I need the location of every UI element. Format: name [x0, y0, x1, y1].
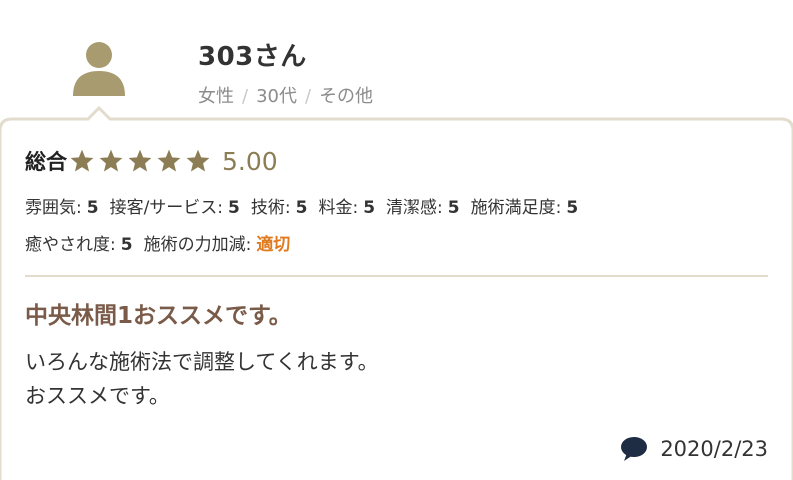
- rating-item-label: 技術:: [250, 198, 291, 218]
- review-body-line: おススメです。: [25, 384, 170, 408]
- review-date: 2020/2/23: [660, 437, 768, 461]
- rating-item-label: 清潔感:: [386, 198, 443, 218]
- star-icon: [157, 149, 181, 172]
- user-avatar-icon: [73, 42, 125, 96]
- star-icon: [128, 149, 152, 172]
- star-icon: [99, 149, 123, 172]
- rating-item-label: 施術の力加減:: [143, 235, 252, 255]
- rating-item-value: 5: [228, 198, 240, 218]
- overall-label: 総合: [25, 150, 67, 174]
- rating-item-value: 5: [295, 198, 308, 218]
- rating-item: 癒やされ度: 5: [25, 235, 133, 255]
- rating-details-line2: 癒やされ度: 5 施術の力加減: 適切: [25, 230, 301, 255]
- rating-item-value: 適切: [256, 235, 291, 255]
- reviewer-gender: 女性: [198, 86, 234, 107]
- rating-item-value: 5: [447, 198, 460, 218]
- rating-item-value: 5: [363, 198, 376, 218]
- rating-item: 施術の力加減: 適切: [144, 235, 291, 255]
- divider: [25, 275, 768, 277]
- review-title: 中央林間1おススメです。: [25, 303, 292, 329]
- review-body-line: いろんな施術法で調整してくれます。: [25, 350, 379, 374]
- reviewer-meta: 女性 / 30代 / その他: [198, 82, 373, 108]
- rating-item-label: 癒やされ度:: [25, 235, 116, 255]
- rating-item-value: 5: [86, 198, 99, 218]
- review-date-row: 2020/2/23: [620, 436, 768, 462]
- reviewer-occupation: その他: [319, 86, 374, 107]
- reviewer-age: 30代: [256, 86, 297, 107]
- reviewer-name: 303さん: [198, 42, 307, 72]
- rating-item-label: 雰囲気:: [25, 198, 82, 218]
- review-body: いろんな施術法で調整してくれます。 おススメです。: [25, 345, 379, 413]
- rating-item-label: 接客/サービス:: [109, 198, 224, 218]
- star-icon: [186, 149, 210, 172]
- star-rating: [69, 148, 214, 174]
- rating-item: 接客/サービス: 5: [110, 198, 240, 218]
- star-icon: [70, 149, 94, 172]
- rating-item: 料金: 5: [318, 198, 375, 218]
- meta-separator: /: [242, 86, 249, 107]
- overall-score: 5.00: [222, 146, 278, 176]
- rating-item: 雰囲気: 5: [25, 198, 99, 218]
- rating-details-line1: 雰囲気: 5 接客/サービス: 5 技術: 5 料金: 5 清潔感: 5 施術満足度: 5: [25, 193, 589, 218]
- rating-item-value: 5: [566, 198, 579, 218]
- rating-item: 施術満足度: 5: [471, 198, 579, 218]
- meta-separator: /: [304, 86, 312, 107]
- rating-item-value: 5: [120, 235, 133, 255]
- rating-item-label: 施術満足度:: [470, 198, 562, 218]
- rating-item: 技術: 5: [251, 198, 308, 218]
- speech-bubble-icon[interactable]: [620, 436, 648, 462]
- overall-rating: 総合 5.00: [25, 144, 278, 178]
- rating-item-label: 料金:: [318, 198, 359, 218]
- rating-item: 清潔感: 5: [386, 198, 460, 218]
